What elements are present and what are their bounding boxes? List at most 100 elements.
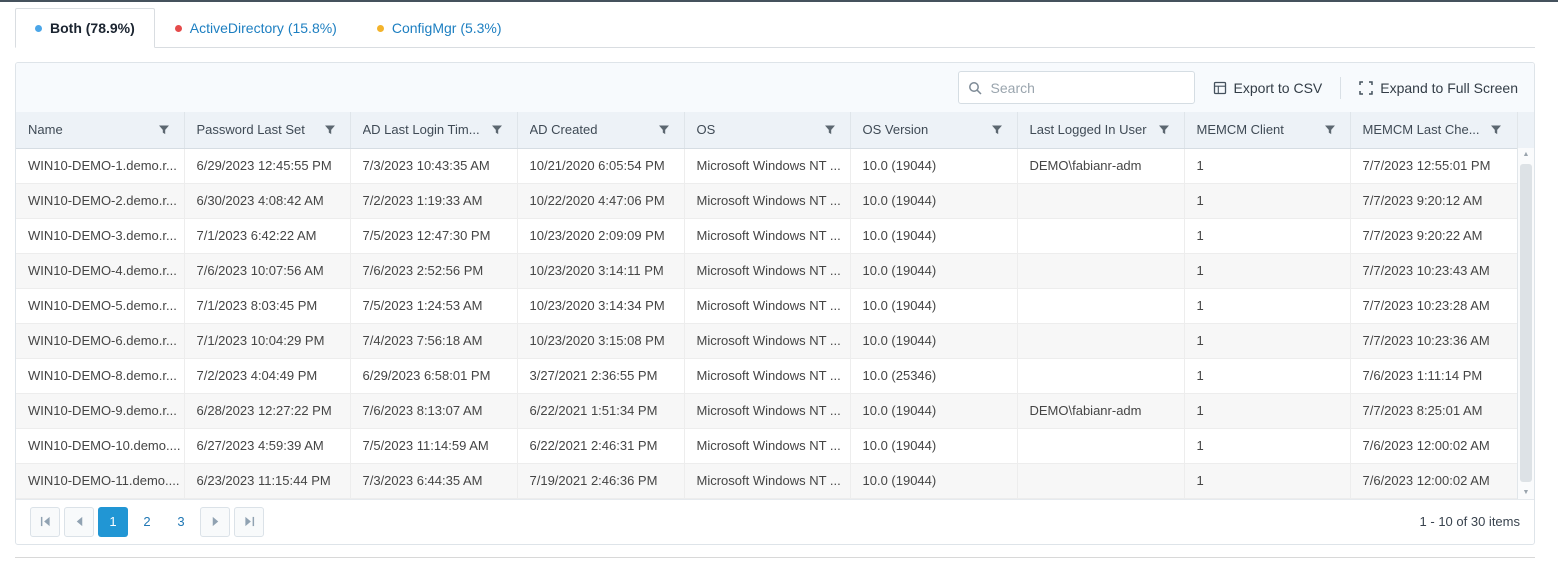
table-cell: 7/2/2023 4:04:49 PM bbox=[184, 358, 351, 394]
table-row[interactable]: WIN10-DEMO-8.demo.r... 7/2/2023 4:04:49 P… bbox=[16, 358, 1534, 394]
table-cell: 1 bbox=[1184, 253, 1351, 289]
pager-page-2[interactable]: 2 bbox=[132, 507, 162, 537]
table-row[interactable]: WIN10-DEMO-2.demo.r... 6/30/2023 4:08:42 … bbox=[16, 183, 1534, 219]
tab-both[interactable]: Both (78.9%) bbox=[15, 8, 155, 48]
column-header[interactable]: Name bbox=[16, 112, 185, 149]
table-cell: 7/1/2023 8:03:45 PM bbox=[184, 288, 351, 324]
column-label: Password Last Set bbox=[196, 122, 305, 138]
fullscreen-button[interactable]: Expand to Full Screen bbox=[1357, 74, 1520, 102]
table-cell bbox=[1017, 463, 1185, 499]
search-input[interactable] bbox=[981, 79, 1185, 96]
filter-icon[interactable] bbox=[824, 124, 836, 136]
column-label: MEMCM Last Che... bbox=[1362, 122, 1480, 138]
filter-icon[interactable] bbox=[324, 124, 336, 136]
column-header[interactable]: Password Last Set bbox=[184, 112, 351, 149]
table-cell: 6/29/2023 6:58:01 PM bbox=[350, 358, 518, 394]
table-cell bbox=[1017, 218, 1185, 254]
table-cell: 10.0 (19044) bbox=[850, 393, 1018, 429]
table-cell: 10/21/2020 6:05:54 PM bbox=[517, 148, 685, 184]
column-header[interactable]: AD Created bbox=[517, 112, 685, 149]
table-cell bbox=[1017, 428, 1185, 464]
filter-icon[interactable] bbox=[1490, 124, 1502, 136]
tab-activedirectory[interactable]: ActiveDirectory (15.8%) bbox=[155, 8, 357, 48]
column-header[interactable]: MEMCM Last Che... bbox=[1350, 112, 1534, 149]
grid-toolbar: Export to CSV Expand to Full Screen bbox=[16, 63, 1534, 112]
filter-icon[interactable] bbox=[658, 124, 670, 136]
table-cell: 7/7/2023 9:20:22 AM bbox=[1350, 218, 1534, 254]
table-row[interactable]: WIN10-DEMO-5.demo.r... 7/1/2023 8:03:45 P… bbox=[16, 288, 1534, 324]
table-row[interactable]: WIN10-DEMO-9.demo.r... 6/28/2023 12:27:22… bbox=[16, 393, 1534, 429]
pager-next-button[interactable] bbox=[200, 506, 230, 537]
table-cell: WIN10-DEMO-5.demo.r... bbox=[16, 288, 185, 324]
grid-panel: Export to CSV Expand to Full Screen Name… bbox=[15, 62, 1535, 545]
table-cell: 7/5/2023 12:47:30 PM bbox=[350, 218, 518, 254]
table-cell: Microsoft Windows NT ... bbox=[684, 323, 851, 359]
vertical-scrollbar[interactable]: ▲ ▼ bbox=[1517, 112, 1534, 499]
table-cell: 6/27/2023 4:59:39 AM bbox=[184, 428, 351, 464]
filter-icon[interactable] bbox=[1324, 124, 1336, 136]
column-header[interactable]: OS Version bbox=[850, 112, 1018, 149]
tab-dot bbox=[35, 24, 42, 32]
scroll-up-arrow[interactable]: ▲ bbox=[1518, 151, 1534, 158]
table-cell: 7/7/2023 10:23:36 AM bbox=[1350, 323, 1534, 359]
table-cell: 7/6/2023 12:00:02 AM bbox=[1350, 428, 1534, 464]
table-cell: 10/23/2020 3:15:08 PM bbox=[517, 323, 685, 359]
column-label: MEMCM Client bbox=[1196, 122, 1284, 138]
table-cell: 10.0 (19044) bbox=[850, 148, 1018, 184]
filter-icon[interactable] bbox=[991, 124, 1003, 136]
top-divider bbox=[0, 0, 1558, 2]
column-label: OS bbox=[696, 122, 716, 138]
table-row[interactable]: WIN10-DEMO-4.demo.r... 7/6/2023 10:07:56 … bbox=[16, 253, 1534, 289]
table-row[interactable]: WIN10-DEMO-3.demo.r... 7/1/2023 6:42:22 A… bbox=[16, 218, 1534, 254]
filter-icon[interactable] bbox=[1158, 124, 1170, 136]
column-header[interactable]: Last Logged In User bbox=[1017, 112, 1185, 149]
table-cell: 6/28/2023 12:27:22 PM bbox=[184, 393, 351, 429]
column-label: Name bbox=[28, 122, 63, 138]
table-cell: 1 bbox=[1184, 393, 1351, 429]
table-cell bbox=[1017, 183, 1185, 219]
page-root: Both (78.9%) ActiveDirectory (15.8%) Con… bbox=[15, 8, 1535, 558]
tab-label: ConfigMgr (5.3%) bbox=[391, 20, 502, 36]
table-cell: 1 bbox=[1184, 218, 1351, 254]
pager-last-button[interactable] bbox=[234, 506, 264, 537]
pager-info: 1 - 10 of 30 items bbox=[1419, 514, 1520, 529]
table-cell: 10.0 (19044) bbox=[850, 463, 1018, 499]
scroll-thumb[interactable] bbox=[1520, 164, 1532, 482]
table-row[interactable]: WIN10-DEMO-11.demo.... 6/23/2023 11:15:44… bbox=[16, 463, 1534, 499]
pager-page-3[interactable]: 3 bbox=[166, 507, 196, 537]
table-cell: 10.0 (19044) bbox=[850, 288, 1018, 324]
column-label: AD Created bbox=[529, 122, 598, 138]
table-cell: 6/22/2021 2:46:31 PM bbox=[517, 428, 685, 464]
fullscreen-label: Expand to Full Screen bbox=[1380, 79, 1518, 96]
table-row[interactable]: WIN10-DEMO-10.demo.... 6/27/2023 4:59:39 … bbox=[16, 428, 1534, 464]
table-row[interactable]: WIN10-DEMO-6.demo.r... 7/1/2023 10:04:29 … bbox=[16, 323, 1534, 359]
filter-icon[interactable] bbox=[158, 124, 170, 136]
table-cell: 10.0 (19044) bbox=[850, 218, 1018, 254]
pager-first-button[interactable] bbox=[30, 506, 60, 537]
table-cell: 10.0 (19044) bbox=[850, 428, 1018, 464]
column-header[interactable]: OS bbox=[684, 112, 851, 149]
table-cell: 7/7/2023 10:23:28 AM bbox=[1350, 288, 1534, 324]
table-header-row: Name Password Last Set AD Last Login Tim..… bbox=[16, 112, 1534, 149]
pager-page-1[interactable]: 1 bbox=[98, 506, 128, 537]
column-header[interactable]: MEMCM Client bbox=[1184, 112, 1351, 149]
table-cell: 7/4/2023 7:56:18 AM bbox=[350, 323, 518, 359]
table-cell: 7/7/2023 9:20:12 AM bbox=[1350, 183, 1534, 219]
column-header[interactable]: AD Last Login Tim... bbox=[350, 112, 518, 149]
tab-configmgr[interactable]: ConfigMgr (5.3%) bbox=[357, 8, 522, 48]
table-row[interactable]: WIN10-DEMO-1.demo.r... 6/29/2023 12:45:55… bbox=[16, 148, 1534, 184]
column-label: OS Version bbox=[862, 122, 929, 138]
table-cell: 1 bbox=[1184, 288, 1351, 324]
table-cell bbox=[1017, 323, 1185, 359]
export-csv-button[interactable]: Export to CSV bbox=[1211, 74, 1325, 102]
pager-prev-button[interactable] bbox=[64, 506, 94, 537]
table-cell: Microsoft Windows NT ... bbox=[684, 428, 851, 464]
table-cell: 7/7/2023 8:25:01 AM bbox=[1350, 393, 1534, 429]
table-cell bbox=[1017, 358, 1185, 394]
scroll-down-arrow[interactable]: ▼ bbox=[1518, 489, 1534, 496]
column-label: AD Last Login Tim... bbox=[362, 122, 480, 138]
table-cell: 6/22/2021 1:51:34 PM bbox=[517, 393, 685, 429]
column-label: Last Logged In User bbox=[1029, 122, 1147, 138]
search-box[interactable] bbox=[957, 71, 1195, 104]
filter-icon[interactable] bbox=[491, 124, 503, 136]
